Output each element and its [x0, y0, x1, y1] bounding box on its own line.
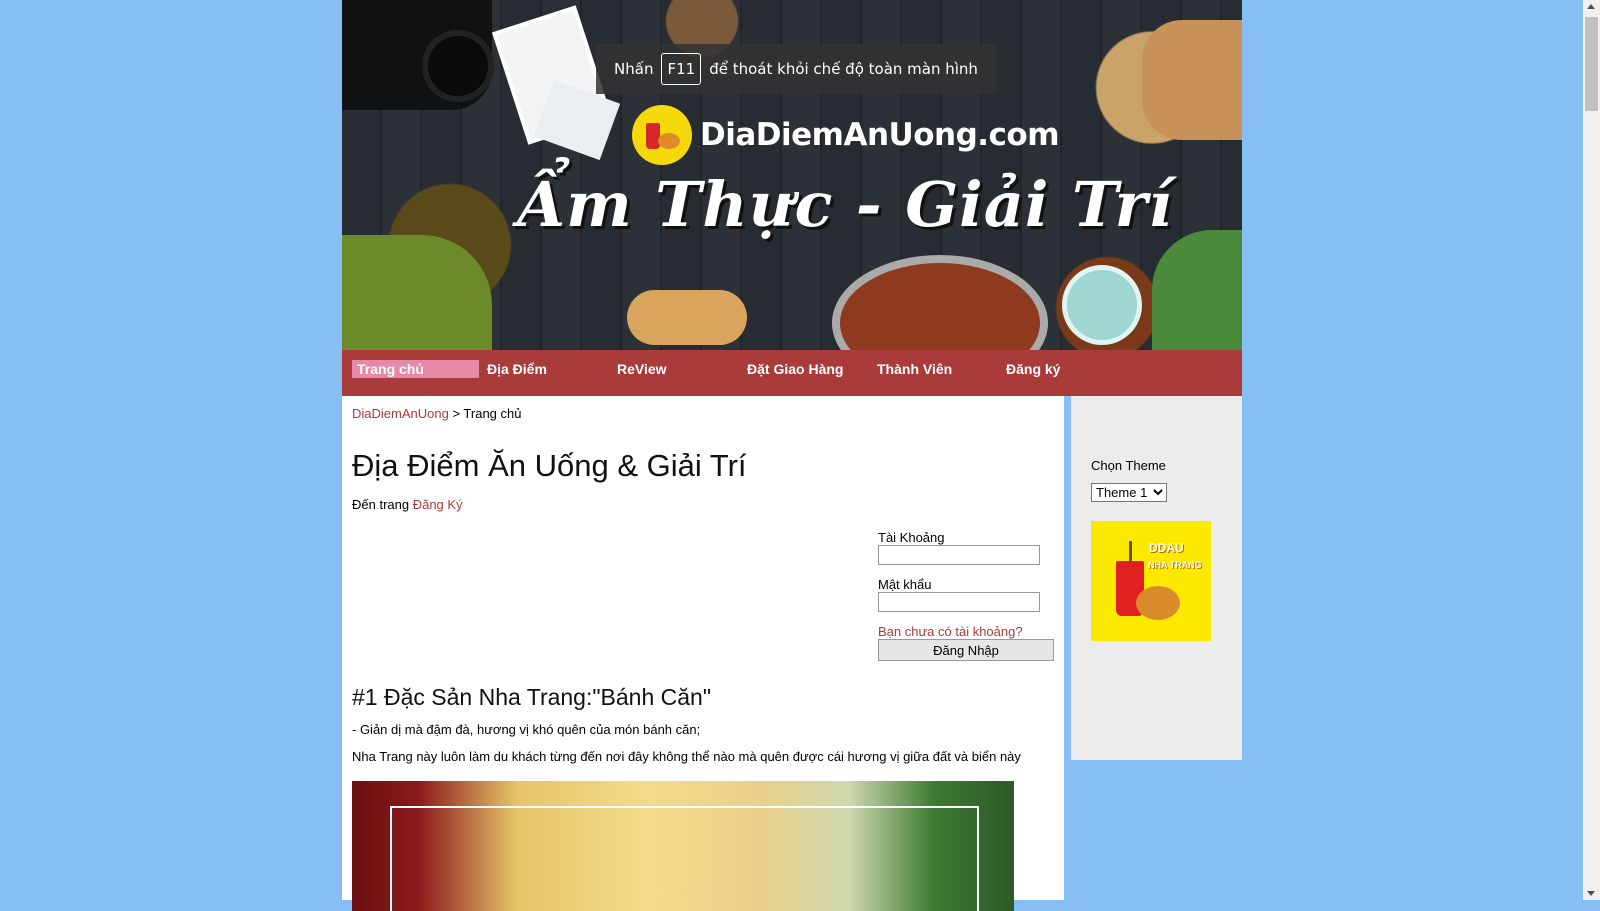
food-image [1142, 20, 1242, 140]
goto-prefix: Đến trang [352, 497, 413, 512]
main-content: DiaDiemAnUong > Trang chủ Địa Điểm Ăn Uố… [342, 396, 1064, 911]
scroll-thumb[interactable] [1585, 17, 1598, 111]
food-image [832, 255, 1048, 350]
username-input[interactable] [878, 545, 1040, 565]
page-title: Địa Điểm Ăn Uống & Giải Trí [352, 448, 747, 483]
login-form: Tài Khoảng Mật khẩu Bạn chưa có tài khoả… [878, 530, 1054, 661]
theme-label: Chọn Theme [1091, 458, 1166, 473]
nav-item-register[interactable]: Đăng ký [1006, 360, 1060, 378]
site-logo[interactable]: DiaDiemAnUong.com [632, 105, 1060, 165]
article-title: #1 Đặc Sản Nha Trang:"Bánh Căn" [352, 684, 711, 710]
vertical-scrollbar[interactable] [1583, 0, 1600, 900]
nav-item-delivery[interactable]: Đặt Giao Hàng [747, 360, 843, 378]
username-label: Tài Khoảng [878, 530, 945, 545]
goto-register: Đến trang Đăng Ký [352, 497, 463, 512]
header-banner: DiaDiemAnUong.com Ẩm Thực - Giải Trí Nhấ… [342, 0, 1242, 350]
breadcrumb-root-link[interactable]: DiaDiemAnUong [352, 406, 449, 421]
chicken-leg-icon [1136, 586, 1180, 620]
signup-link[interactable]: Bạn chưa có tài khoảng? [878, 624, 1054, 639]
article-image [352, 781, 1014, 911]
food-image [342, 235, 492, 350]
food-image [627, 290, 747, 345]
password-input[interactable] [878, 592, 1040, 612]
breadcrumb: DiaDiemAnUong > Trang chủ [352, 406, 521, 421]
sidebar: Chọn Theme Theme 1 DDAU NHA TRANG [1071, 396, 1242, 760]
nav-item-home[interactable]: Trang chủ [352, 360, 479, 378]
food-image [1062, 265, 1142, 345]
banner-tagline: Ẩm Thực - Giải Trí [517, 168, 1173, 241]
food-image [1152, 230, 1242, 350]
login-button[interactable]: Đăng Nhập [878, 639, 1054, 661]
register-link[interactable]: Đăng Ký [413, 497, 463, 512]
main-nav: Trang chủ Địa Điểm ReView Đặt Giao Hàng … [342, 350, 1242, 396]
logo-text: DDAU [1149, 541, 1184, 555]
logo-icon [632, 105, 692, 165]
page: DiaDiemAnUong.com Ẩm Thực - Giải Trí Nhấ… [342, 0, 1242, 911]
theme-select[interactable]: Theme 1 [1091, 483, 1167, 502]
scroll-down-icon[interactable] [1587, 891, 1595, 896]
toast-text-before: Nhấn [614, 60, 654, 78]
toast-key: F11 [661, 53, 702, 85]
site-name: DiaDiemAnUong.com [700, 117, 1060, 153]
logo-subtext: NHA TRANG [1148, 560, 1202, 570]
image-frame [390, 806, 979, 911]
nav-item-review[interactable]: ReView [617, 360, 667, 378]
breadcrumb-separator: > [448, 406, 464, 421]
breadcrumb-current: Trang chủ [463, 406, 522, 421]
article-paragraph: - Giản dị mà đậm đà, hương vị khó quên c… [352, 722, 701, 737]
camera-image [342, 0, 494, 110]
ddau-logo[interactable]: DDAU NHA TRANG [1091, 521, 1211, 641]
scroll-up-icon[interactable] [1587, 4, 1595, 9]
password-label: Mật khẩu [878, 577, 932, 592]
nav-item-places[interactable]: Địa Điểm [487, 360, 547, 378]
toast-text-after: để thoát khỏi chế độ toàn màn hình [709, 60, 978, 78]
fullscreen-toast: Nhấn F11 để thoát khỏi chế độ toàn màn h… [596, 44, 996, 94]
nav-item-members[interactable]: Thành Viên [877, 360, 952, 378]
article-paragraph: Nha Trang này luôn làm du khách từng đến… [352, 749, 1021, 764]
